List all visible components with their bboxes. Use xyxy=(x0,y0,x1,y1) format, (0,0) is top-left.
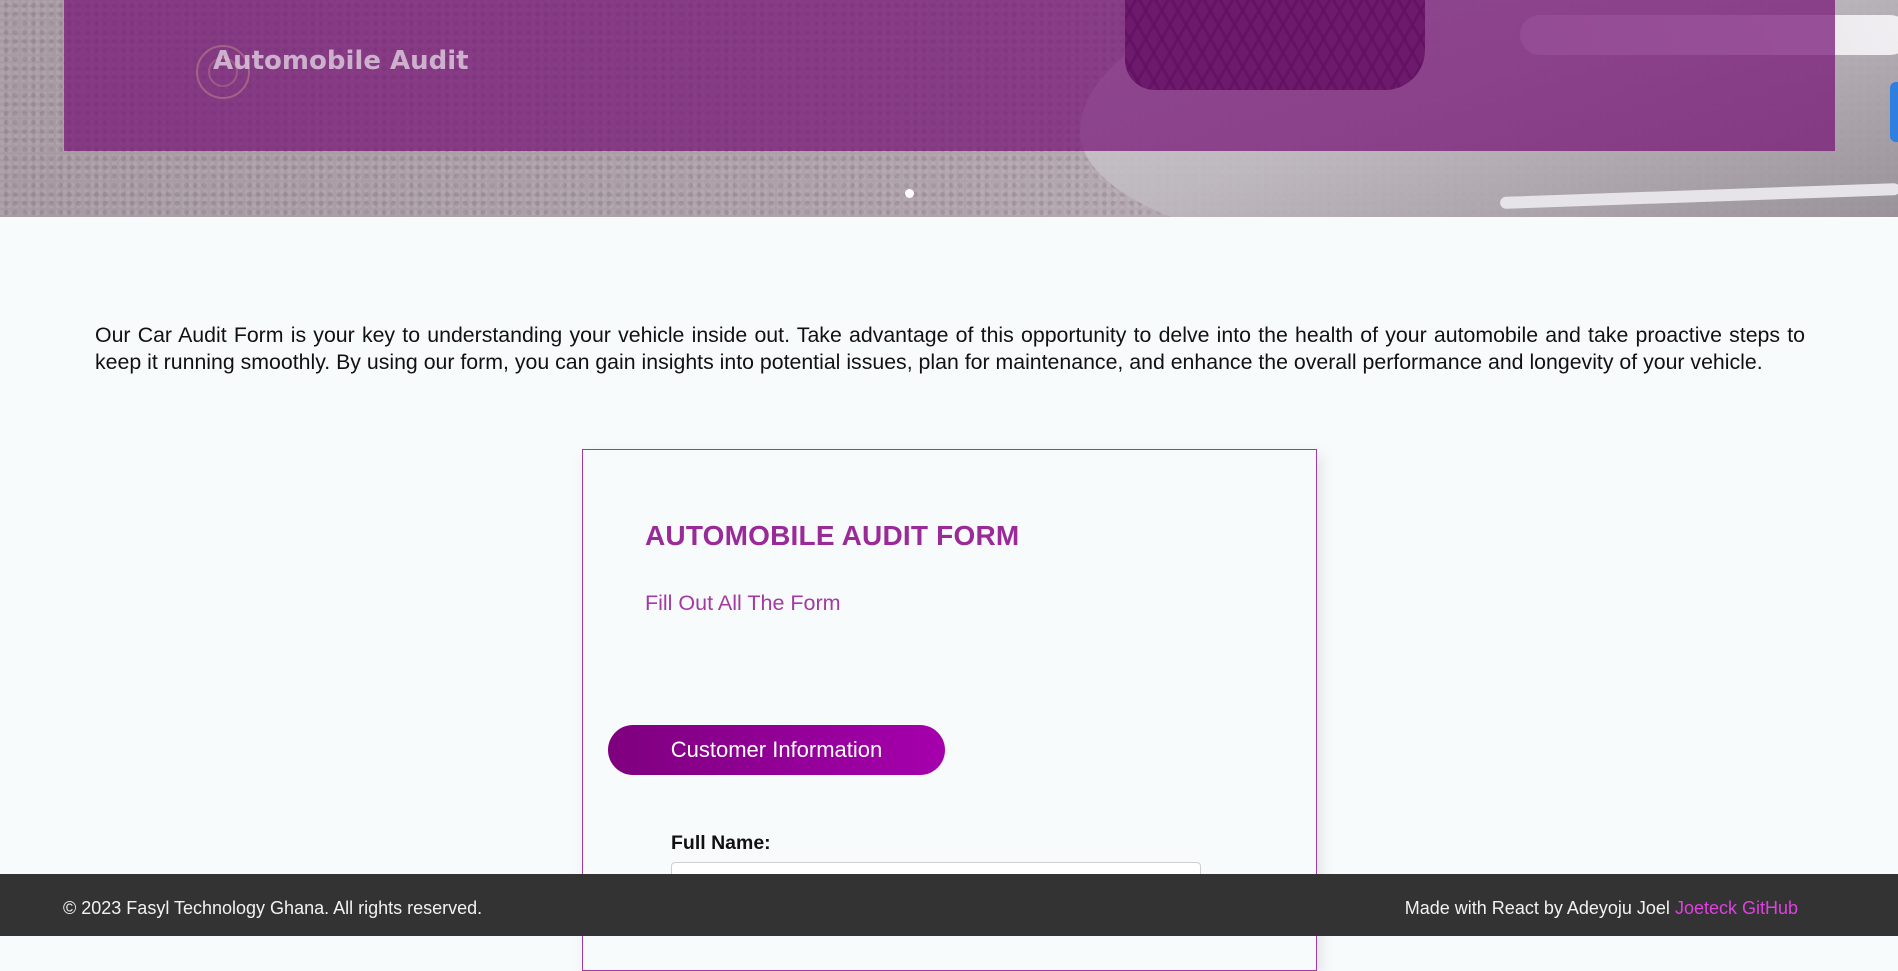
github-link[interactable]: Joeteck GitHub xyxy=(1675,898,1798,918)
intro-paragraph: Our Car Audit Form is your key to unders… xyxy=(95,323,1805,374)
full-name-label: Full Name: xyxy=(671,832,771,854)
footer-credit: Made with React by Adeyoju Joel Joeteck … xyxy=(1405,898,1798,919)
form-subtitle: Fill Out All The Form xyxy=(645,591,841,615)
side-scroll-tab[interactable] xyxy=(1890,82,1898,142)
hero-banner: Automobile Audit xyxy=(0,0,1898,217)
brand-title[interactable]: Automobile Audit xyxy=(213,46,469,76)
form-title: AUTOMOBILE AUDIT FORM xyxy=(645,520,1020,551)
footer-made-with: Made with React by Adeyoju Joel xyxy=(1404,898,1670,918)
carousel-indicator-dot[interactable] xyxy=(905,189,914,198)
footer-copyright: © 2023 Fasyl Technology Ghana. All right… xyxy=(63,898,483,918)
footer: © 2023 Fasyl Technology Ghana. All right… xyxy=(0,874,1898,936)
customer-information-tab[interactable]: Customer Information xyxy=(608,725,945,775)
